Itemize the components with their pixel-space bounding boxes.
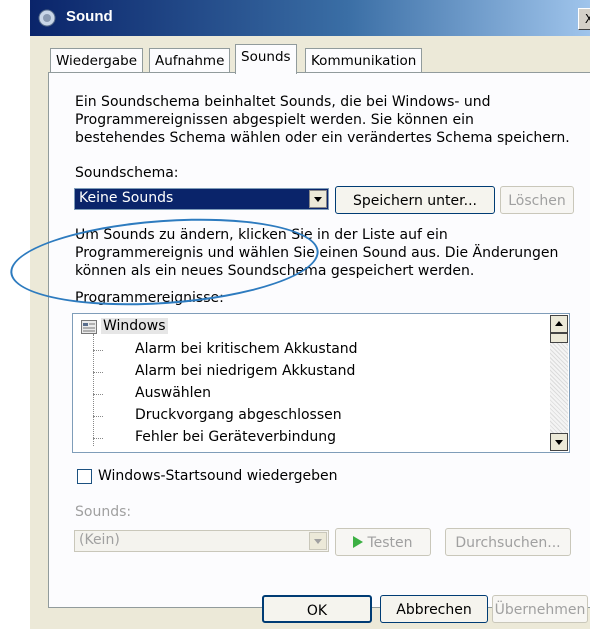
events-list[interactable]: Windows Alarm bei kritischem Akkustand A… bbox=[72, 313, 570, 453]
tab-sounds[interactable]: Sounds bbox=[235, 44, 297, 74]
scroll-track[interactable] bbox=[550, 343, 568, 433]
test-button[interactable]: Testen bbox=[335, 528, 431, 556]
events-scrollbar[interactable] bbox=[550, 315, 568, 451]
close-button[interactable]: X bbox=[578, 8, 590, 30]
scroll-thumb[interactable] bbox=[550, 333, 568, 343]
list-item[interactable]: Auswählen bbox=[135, 385, 211, 401]
list-item[interactable]: Alarm bei niedrigem Akkustand bbox=[135, 363, 355, 379]
scheme-select-value: Keine Sounds bbox=[79, 190, 174, 206]
list-item[interactable]: Fehler bei Geräteverbindung bbox=[135, 429, 336, 445]
tree-spine bbox=[93, 334, 94, 446]
intro-text-line-1: Ein Soundschema beinhaltet Sounds, die b… bbox=[75, 94, 491, 110]
delete-button[interactable]: Löschen bbox=[500, 186, 574, 214]
speaker-icon bbox=[38, 9, 56, 27]
save-as-button[interactable]: Speichern unter... bbox=[335, 186, 495, 214]
scheme-label: Soundschema: bbox=[75, 165, 179, 181]
sounds-select-value: (Kein) bbox=[79, 532, 120, 548]
browse-button[interactable]: Durchsuchen... bbox=[445, 528, 571, 556]
ok-button[interactable]: OK bbox=[262, 595, 372, 623]
tree-connector bbox=[93, 372, 103, 373]
tree-connector bbox=[93, 438, 103, 439]
intro-text-line-3: bestehendes Schema wählen oder ein verän… bbox=[75, 130, 570, 146]
sounds-select[interactable]: (Kein) bbox=[74, 530, 329, 552]
tab-aufnahme[interactable]: Aufnahme bbox=[149, 48, 231, 73]
play-icon bbox=[353, 536, 364, 548]
startup-sound-checkbox[interactable] bbox=[77, 469, 92, 484]
cancel-button[interactable]: Abbrechen bbox=[380, 595, 488, 623]
window-title: Sound bbox=[66, 8, 113, 25]
tab-kommunikation[interactable]: Kommunikation bbox=[305, 48, 423, 73]
startup-sound-label[interactable]: Windows-Startsound wiedergeben bbox=[98, 468, 338, 484]
tab-wiedergabe[interactable]: Wiedergabe bbox=[50, 48, 144, 73]
scroll-up-button[interactable] bbox=[550, 315, 568, 333]
chevron-down-icon[interactable] bbox=[309, 190, 327, 208]
list-item[interactable]: Alarm bei kritischem Akkustand bbox=[135, 341, 358, 357]
scheme-select[interactable]: Keine Sounds bbox=[74, 188, 329, 210]
list-item[interactable]: Druckvorgang abgeschlossen bbox=[135, 407, 342, 423]
chevron-down-icon[interactable] bbox=[309, 532, 327, 550]
scroll-down-button[interactable] bbox=[550, 433, 568, 451]
list-item-windows[interactable]: Windows bbox=[101, 318, 168, 334]
tree-connector bbox=[93, 416, 103, 417]
apply-button[interactable]: Übernehmen bbox=[492, 595, 588, 623]
windows-folder-icon bbox=[81, 320, 97, 334]
tree-connector bbox=[93, 350, 103, 351]
test-button-label: Testen bbox=[367, 535, 413, 551]
tree-connector bbox=[93, 394, 103, 395]
sounds-label: Sounds: bbox=[75, 504, 132, 520]
intro-text-line-2: Programmereignissen abgespielt werden. S… bbox=[75, 112, 474, 128]
title-bar[interactable]: Sound X bbox=[30, 0, 590, 36]
